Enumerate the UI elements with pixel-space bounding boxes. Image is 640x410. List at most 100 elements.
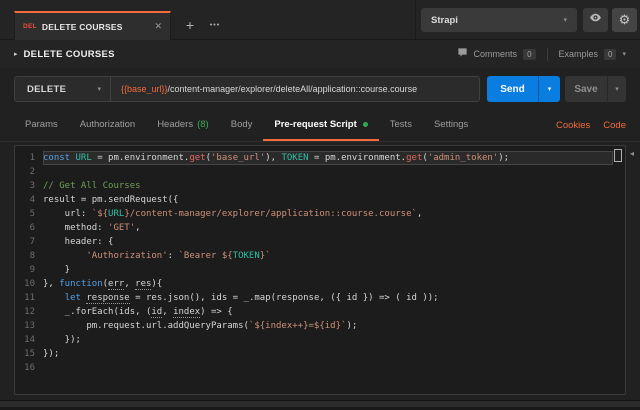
- url-input[interactable]: {{base_url}}/content-manager/explorer/de…: [111, 84, 417, 94]
- examples-count-badge: 0: [604, 48, 617, 60]
- tab-tests[interactable]: Tests: [379, 110, 423, 141]
- code-line: 12 _.forEach(ids, (id, index) => {: [15, 305, 625, 319]
- status-bar: [0, 400, 640, 410]
- method-badge: DEL: [23, 23, 37, 30]
- method-selector[interactable]: DELETE ▾: [15, 84, 110, 95]
- more-options-button[interactable]: •••: [203, 17, 227, 35]
- tab-label: Headers: [157, 119, 194, 130]
- code-line: 8 'Authorization': `Bearer ${TOKEN}`: [15, 249, 625, 263]
- new-tab-button[interactable]: +: [181, 17, 199, 35]
- code-line: 11 let response = res.json(), ids = _.ma…: [15, 291, 625, 305]
- code-line: 10 }, function(err, res){: [15, 277, 625, 291]
- code-text: }: [43, 265, 71, 275]
- tab-body[interactable]: Body: [220, 110, 264, 141]
- tab-label: Params: [25, 119, 58, 130]
- header-divider: [546, 47, 548, 61]
- chevron-down-icon: ▾: [97, 86, 101, 93]
- comments-count-badge: 0: [523, 48, 536, 60]
- gear-icon: ⚙: [618, 12, 631, 27]
- tab-bar: DEL DELETE COURSES ✕ + ••• Strapi ▾ ⚙: [0, 0, 640, 40]
- request-name: DELETE COURSES: [23, 48, 115, 60]
- code-line: 16: [15, 361, 625, 375]
- code-text: }, function(err, res){: [43, 279, 163, 290]
- comment-icon[interactable]: [457, 45, 468, 63]
- code-line: 14 });: [15, 333, 625, 347]
- tab-label: Pre-request Script: [274, 119, 357, 130]
- close-icon[interactable]: ✕: [154, 21, 162, 32]
- line-number: 14: [24, 335, 35, 345]
- tab-links: Cookies Code: [556, 110, 626, 140]
- line-number: 10: [24, 279, 35, 289]
- pre-request-script-editor[interactable]: 1 const URL = pm.environment.get('base_ur…: [14, 145, 626, 395]
- code-line: 6 method: 'GET',: [15, 221, 625, 235]
- tab-label: Authorization: [79, 119, 136, 130]
- chevron-down-icon[interactable]: ▾: [622, 50, 626, 58]
- send-button[interactable]: Send ▾: [487, 76, 560, 102]
- line-number: 11: [24, 293, 35, 303]
- method-value: DELETE: [27, 83, 67, 95]
- line-number: 16: [24, 363, 35, 373]
- topbar-divider: [415, 0, 416, 40]
- save-options-caret[interactable]: ▾: [608, 85, 626, 93]
- code-line: 9 }: [15, 263, 625, 277]
- cookies-link[interactable]: Cookies: [556, 120, 590, 131]
- code-line: 13 pm.request.url.addQueryParams(`${inde…: [15, 319, 625, 333]
- line-number: 7: [29, 237, 35, 247]
- code-text: 'Authorization': `Bearer ${TOKEN}`: [86, 251, 271, 261]
- line-number: 9: [29, 265, 35, 275]
- code-text: // Get All Courses: [43, 181, 141, 191]
- line-number: 3: [29, 181, 35, 191]
- line-number: 12: [24, 307, 35, 317]
- comments-button[interactable]: Comments: [474, 49, 518, 59]
- line-number: 1: [29, 153, 35, 163]
- tab-authorization[interactable]: Authorization: [69, 110, 146, 141]
- tab-params[interactable]: Params: [14, 110, 69, 141]
- environment-settings-button[interactable]: ⚙: [612, 8, 637, 32]
- save-button[interactable]: Save ▾: [565, 76, 626, 102]
- tab-label: Settings: [433, 119, 469, 130]
- code-text: const URL = pm.environment.get('base_url…: [43, 151, 613, 165]
- code-line: 4 result = pm.sendRequest({: [15, 193, 625, 207]
- code-line: 2: [15, 165, 625, 179]
- tab-label: Body: [230, 119, 253, 130]
- code-text: });: [43, 335, 81, 345]
- examples-button[interactable]: Examples: [559, 49, 599, 59]
- code-link[interactable]: Code: [603, 120, 626, 131]
- code-text: method: 'GET',: [43, 223, 141, 233]
- request-tabs: Params Authorization Headers (8) Body Pre-req…: [0, 110, 640, 142]
- tab-label: Tests: [389, 119, 412, 130]
- send-options-caret[interactable]: ▾: [539, 85, 560, 93]
- line-number: 8: [29, 251, 35, 261]
- tab-settings[interactable]: Settings: [423, 110, 479, 141]
- environment-name: Strapi: [431, 14, 458, 26]
- script-present-dot-icon: [362, 122, 368, 127]
- tab-pre-request-script[interactable]: Pre-request Script: [263, 110, 379, 141]
- environment-selector[interactable]: Strapi ▾: [421, 8, 577, 32]
- code-line: 1 const URL = pm.environment.get('base_ur…: [15, 151, 625, 165]
- headers-count: (8): [197, 119, 209, 130]
- editor-scrollbar-thumb[interactable]: [614, 149, 622, 162]
- request-tab[interactable]: DEL DELETE COURSES ✕: [14, 11, 171, 40]
- code-line: 5 url: `${URL}/content-manager/explorer/…: [15, 207, 625, 221]
- tab-title: DELETE COURSES: [41, 21, 123, 32]
- url-path: /content-manager/explorer/deleteAll/appl…: [167, 84, 418, 94]
- code-text: _.forEach(ids, (id, index) => {: [43, 307, 233, 318]
- code-text: header: {: [43, 237, 114, 247]
- collapse-arrow-icon[interactable]: ▸: [14, 50, 18, 58]
- chevron-down-icon: ▾: [563, 17, 567, 24]
- code-line: 15});: [15, 347, 625, 361]
- code-text: result = pm.sendRequest({: [43, 195, 179, 205]
- line-number: 15: [24, 349, 35, 359]
- code-text: let response = res.json(), ids = _.map(r…: [64, 293, 439, 304]
- request-header-row: ▸ DELETE COURSES Comments 0 Examples 0 ▾: [0, 40, 640, 68]
- postman-window: DEL DELETE COURSES ✕ + ••• Strapi ▾ ⚙ ▸ …: [0, 0, 640, 410]
- sidebar-collapse-icon[interactable]: ◂: [630, 149, 634, 158]
- environment-quick-look-button[interactable]: [583, 8, 608, 32]
- tab-headers[interactable]: Headers (8): [146, 110, 220, 141]
- line-number: 13: [24, 321, 35, 331]
- code-text: });: [43, 349, 60, 359]
- code-line: 3 // Get All Courses: [15, 179, 625, 193]
- url-box: DELETE ▾ {{base_url}}/content-manager/ex…: [14, 76, 480, 102]
